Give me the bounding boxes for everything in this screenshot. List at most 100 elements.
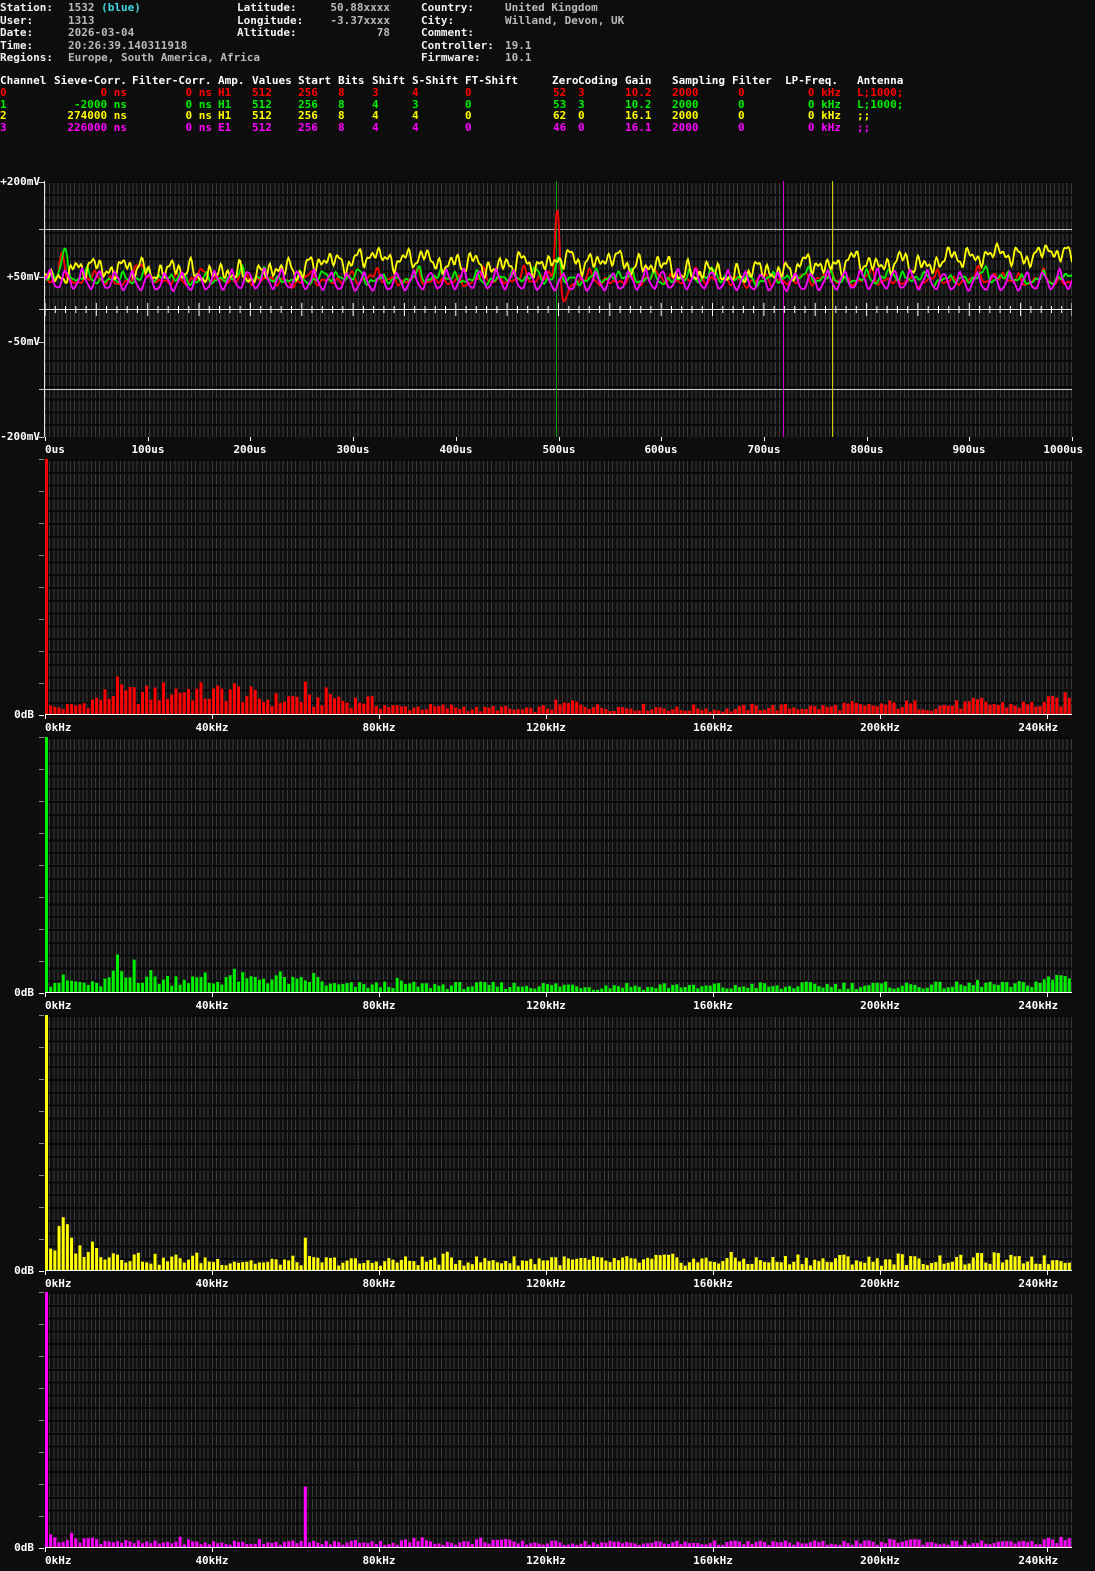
field-label: Country: [421,1,474,14]
freq-tick [546,1548,547,1552]
field-value: 2026-03-04 [68,26,135,40]
db-label: 0dB [14,708,34,721]
table-cell: 256 [298,121,318,135]
voltage-axis [44,181,45,437]
table-cell: 0 [0,85,7,99]
channel-3-spectrum-bars [45,1292,1071,1548]
freq-tick [45,1548,46,1552]
table-cell: 0 [465,85,472,99]
field-value: 50.88xxxx [330,1,390,14]
time-tick [1072,437,1073,441]
header-field: Station: 1532 (blue) [0,2,260,15]
x-tick-label: 400us [439,443,473,456]
x-tick-label: 200us [233,443,267,456]
freq-tick [880,993,881,997]
freq-tick [713,715,714,719]
x-tick-label: 200kHz [860,1554,900,1567]
freq-tick [1047,1548,1048,1552]
field-label: Comment: [421,26,474,40]
x-tick-label: 300us [336,443,370,456]
field-label: Station: [0,1,53,14]
time-axis [45,303,1072,316]
db-axis-tick [39,523,44,524]
freq-tick [379,1271,380,1275]
freq-tick [45,715,46,719]
db-axis-tick [39,929,44,930]
field-label: Date: [0,26,34,40]
table-cell: 2000 [672,85,699,99]
x-tick-label: 1000us [1043,443,1084,456]
table-cell: 0 [738,85,745,99]
x-tick-label: 160kHz [693,1554,733,1567]
x-tick-label: 200kHz [860,999,900,1012]
header-field: Latitude: 50.88xxxx [237,2,390,15]
table-cell: 0 [465,121,472,135]
table-cell: 4 [372,121,379,135]
header-field: Regions: Europe, South America, Africa [0,52,260,65]
header-field: Altitude: 78 [237,27,390,40]
header-field: Comment: [421,27,624,40]
x-tick-label: 80kHz [362,1277,396,1290]
freq-tick [379,715,380,719]
header-device-info: Country: United Kingdom City: Willand, Devo… [421,2,624,65]
freq-tick [1047,1271,1048,1275]
db-axis-tick [39,1420,44,1421]
channel-row-0: 0 0 ns 0 ns H1 512 256 8 3 4 0 52 3 10.2 2000 0 0 kHz L;… [0,85,980,99]
oscilloscope-plot [45,181,1072,437]
db-axis-tick [39,737,44,738]
freq-tick [880,715,881,719]
db-axis-tick [39,651,44,652]
db-axis-tick [39,555,44,556]
table-cell: 0 kHz [807,121,841,135]
db-axis-tick [39,491,44,492]
table-cell: 0 kHz [807,85,841,99]
time-tick [456,437,457,441]
x-tick-label: 240kHz [1018,999,1059,1012]
column-header: Coding [578,74,618,87]
db-axis-tick [39,715,44,716]
db-axis-tick [39,833,44,834]
db-axis-tick [39,801,44,802]
voltage-axis-tick [39,309,44,310]
x-tick-label: 200kHz [860,1277,900,1290]
field-value: Europe, South America, Africa [68,51,261,65]
time-tick [353,437,354,441]
x-tick-label: 80kHz [362,721,396,734]
db-axis-tick [39,1239,44,1240]
freq-tick [45,993,46,997]
x-tick-label: 0us [45,443,65,456]
table-cell: 4 [412,109,419,123]
freq-tick [546,1271,547,1275]
db-axis-tick [39,1207,44,1208]
table-cell: 3 [0,121,7,135]
db-axis-tick [39,1047,44,1048]
db-label: 0dB [14,1264,34,1277]
x-tick-label: 240kHz [1018,1277,1059,1290]
freq-tick [546,993,547,997]
db-axis-tick [39,1292,44,1293]
field-value: 10.1 [505,51,532,65]
channel-0-spectrum-bars [45,459,1071,715]
db-axis-tick [39,459,44,460]
channel-2-spectrum-plot [45,1015,1072,1271]
spectrum-baseline [45,1270,1072,1271]
x-tick-label: 0kHz [45,999,72,1012]
table-cell: 512 [252,121,272,135]
freq-tick [212,1271,213,1275]
field-label: Regions: [0,51,53,65]
freq-tick [713,1548,714,1552]
table-cell: 512 [252,85,272,99]
table-cell: 256 [298,85,318,99]
table-cell: ;; [857,121,871,135]
x-tick-label: 160kHz [693,999,733,1012]
table-cell: 0 [578,109,585,123]
x-tick-label: 600us [644,443,678,456]
table-cell: 2000 [672,121,699,135]
freq-tick [212,715,213,719]
time-tick [969,437,970,441]
db-axis-tick [39,1516,44,1517]
db-axis-tick [39,1143,44,1144]
table-cell: 0 ns [185,121,213,135]
table-cell: 2 [0,109,7,123]
freq-tick [880,1548,881,1552]
